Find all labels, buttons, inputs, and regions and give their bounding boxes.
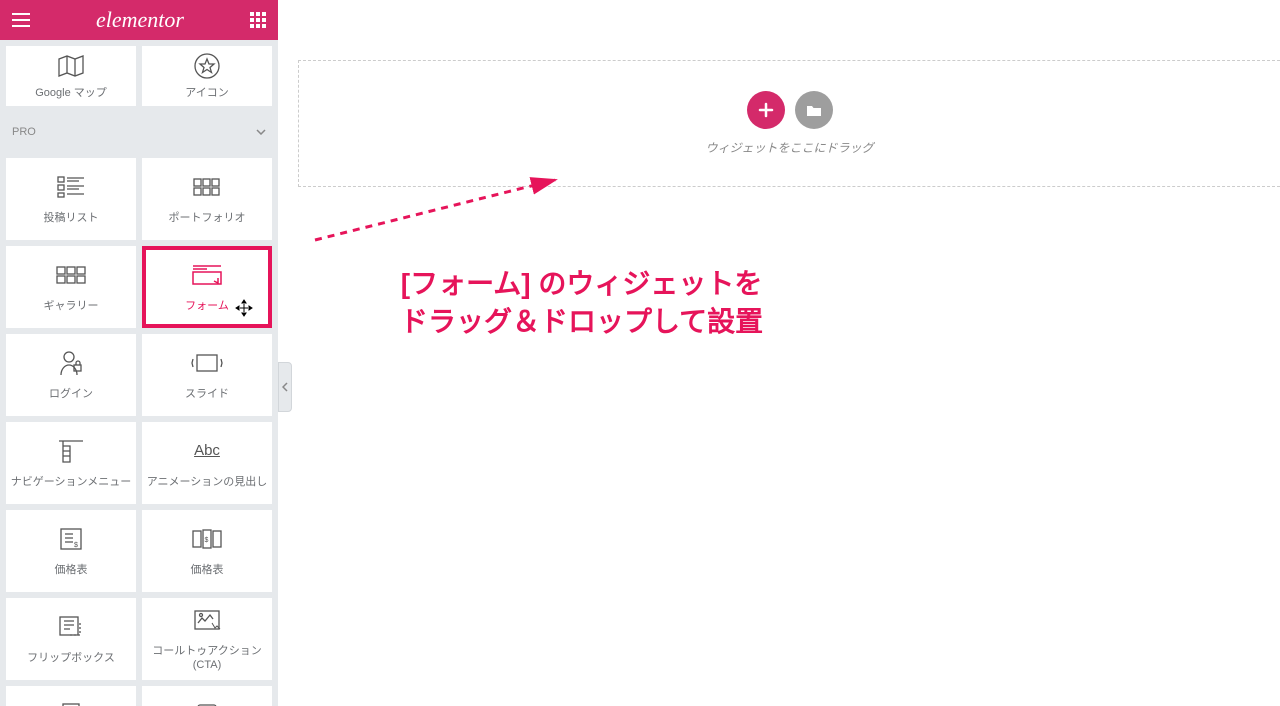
star-icon [194, 52, 220, 80]
testimonial-icon [192, 697, 222, 706]
move-cursor-icon [234, 298, 254, 318]
svg-text:$: $ [74, 542, 78, 549]
annotation-arrow [310, 170, 570, 250]
hamburger-menu-icon[interactable] [12, 13, 30, 27]
annotation-text: [フォーム] のウィジェットを ドラッグ＆ドロップして設置 [400, 265, 763, 341]
media-carousel-icon [55, 697, 87, 706]
widget-label: 投稿リスト [44, 211, 99, 225]
template-library-button[interactable] [795, 91, 833, 129]
widgets-grid-icon[interactable] [250, 12, 266, 28]
widget-animated-headline[interactable]: Abc アニメーションの見出し [142, 422, 272, 504]
editor-canvas: ウィジェットをここにドラッグ [298, 60, 1280, 187]
chevron-down-icon [256, 129, 266, 135]
add-section-button[interactable] [747, 91, 785, 129]
widget-media-carousel[interactable] [6, 686, 136, 706]
widget-label: アニメーションの見出し [147, 475, 268, 489]
widget-dropzone[interactable]: ウィジェットをここにドラッグ [298, 60, 1280, 187]
widget-portfolio[interactable]: ポートフォリオ [142, 158, 272, 240]
annotation-line2: ドラッグ＆ドロップして設置 [400, 303, 763, 341]
widget-cta[interactable]: コールトゥアクション (CTA) [142, 598, 272, 680]
widget-label: ナビゲーションメニュー [11, 475, 131, 489]
dropzone-actions [747, 91, 833, 129]
cta-icon [193, 606, 221, 634]
animated-headline-icon: Abc [194, 437, 220, 465]
svg-text:$: $ [205, 537, 209, 544]
section-pro-header[interactable]: PRO [0, 112, 278, 152]
widget-label: コールトゥアクション (CTA) [142, 644, 272, 673]
widget-testimonial-carousel[interactable] [142, 686, 272, 706]
price-list-icon: $ [59, 525, 83, 553]
elementor-sidebar: elementor Google マップ アイコン PRO [0, 0, 278, 706]
portfolio-icon [193, 173, 221, 201]
login-icon [59, 349, 83, 377]
widget-google-maps[interactable]: Google マップ [6, 46, 136, 106]
widgets-top-row: Google マップ アイコン [0, 40, 278, 112]
widget-price-table[interactable]: $ 価格表 [142, 510, 272, 592]
widget-label: ギャラリー [44, 299, 99, 313]
widget-label: アイコン [185, 86, 228, 100]
widget-label: フリップボックス [27, 651, 115, 665]
widget-price-list[interactable]: $ 価格表 [6, 510, 136, 592]
flip-box-icon [58, 613, 84, 641]
section-pro-label: PRO [12, 126, 36, 138]
widget-form[interactable]: フォーム [142, 246, 272, 328]
sidebar-collapse-handle[interactable] [278, 362, 292, 412]
elementor-logo: elementor [96, 7, 184, 33]
widget-label: スライド [185, 387, 229, 401]
post-list-icon [57, 173, 85, 201]
widget-label: Google マップ [35, 86, 107, 100]
widget-label: 価格表 [55, 563, 88, 577]
widget-post-list[interactable]: 投稿リスト [6, 158, 136, 240]
widgets-pro-grid: 投稿リスト ポートフォリオ ギャラリー フォーム [0, 152, 278, 706]
widget-login[interactable]: ログイン [6, 334, 136, 416]
widget-nav-menu[interactable]: ナビゲーションメニュー [6, 422, 136, 504]
widget-flip-box[interactable]: フリップボックス [6, 598, 136, 680]
slides-icon [191, 349, 223, 377]
widget-slides[interactable]: スライド [142, 334, 272, 416]
dropzone-hint: ウィジェットをここにドラッグ [705, 139, 873, 156]
sidebar-header: elementor [0, 0, 278, 40]
widget-label: ポートフォリオ [169, 211, 246, 225]
annotation-line1: [フォーム] のウィジェットを [400, 265, 763, 303]
widget-label: ログイン [49, 387, 93, 401]
gallery-icon [56, 261, 86, 289]
widget-label: 価格表 [191, 563, 224, 577]
price-table-icon: $ [192, 525, 222, 553]
widget-icon[interactable]: アイコン [142, 46, 272, 106]
form-icon [192, 261, 222, 289]
map-icon [57, 52, 85, 80]
widget-label: フォーム [185, 299, 229, 313]
nav-menu-icon [58, 437, 84, 465]
widget-gallery[interactable]: ギャラリー [6, 246, 136, 328]
